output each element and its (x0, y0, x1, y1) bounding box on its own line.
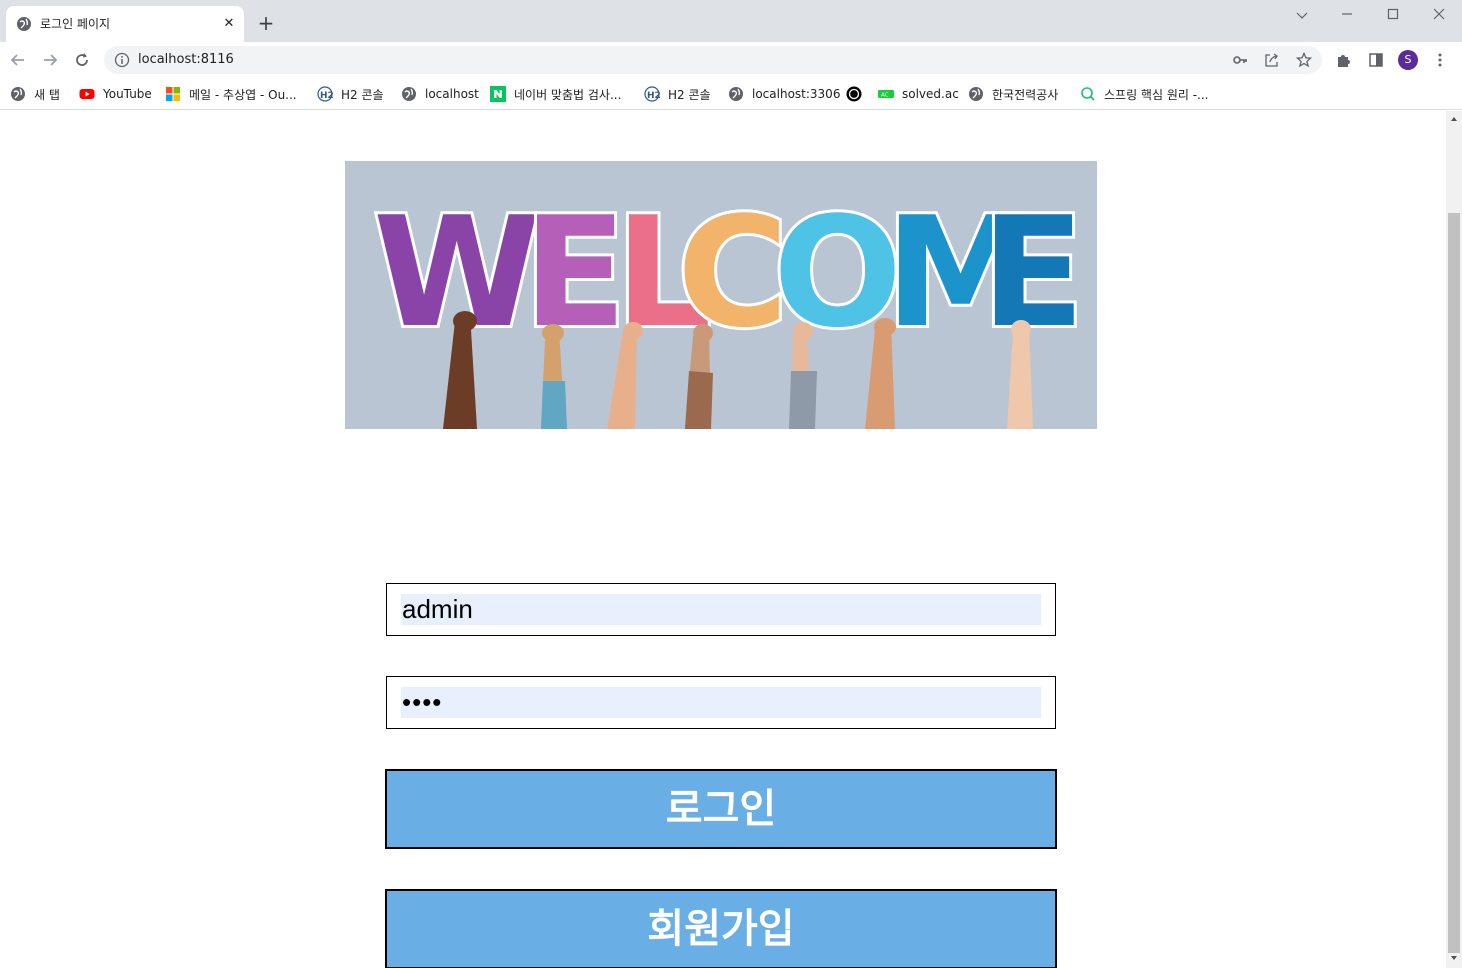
banner-letter-e2: E (981, 184, 1085, 361)
globe-icon (11, 87, 25, 101)
banner-letter-e: E (523, 184, 627, 361)
forward-icon[interactable] (40, 50, 60, 70)
scroll-down-arrow-icon[interactable] (1450, 954, 1458, 962)
fist-1 (453, 311, 477, 331)
h2-icon: H2 (644, 86, 660, 102)
bookmark-naver-spell[interactable]: 네이버 맞춤법 검사... (490, 84, 621, 104)
sleeve-2 (541, 381, 567, 429)
bookmark-label: localhost (425, 87, 479, 101)
h2-icon: H2 (317, 86, 333, 102)
fist-2 (542, 324, 564, 342)
svg-text:H2: H2 (320, 91, 333, 101)
bookmark-youtube[interactable]: YouTube (79, 84, 152, 104)
welcome-banner: W E L C O M E (345, 161, 1097, 429)
profile-avatar[interactable]: S (1398, 50, 1418, 70)
minimize-icon[interactable] (1335, 4, 1359, 24)
circle-icon (846, 86, 862, 102)
password-input[interactable]: •••• (401, 687, 1041, 718)
bookmark-circle[interactable] (846, 84, 870, 104)
bookmark-new-tab[interactable]: 새 탭 (10, 84, 60, 104)
bookmark-h2-console-2[interactable]: H2 H2 콘솔 (644, 84, 711, 104)
reload-icon[interactable] (72, 50, 92, 70)
banner-letter-w: W (373, 184, 541, 361)
fist-5 (793, 322, 813, 340)
bookmarks-bar: 새 탭 YouTube 메일 - 추상엽 - Ou... H2 H2 콘솔 lo… (0, 78, 1462, 110)
fist-6 (874, 318, 896, 336)
globe-icon (402, 87, 416, 101)
inflearn-icon (1081, 87, 1095, 101)
back-icon[interactable] (8, 50, 28, 70)
menu-dots-icon[interactable] (1432, 52, 1448, 68)
svg-text:AC: AC (881, 93, 889, 99)
browser-toolbar: localhost:8116 S (0, 42, 1462, 78)
tab-search-icon[interactable] (1290, 6, 1314, 26)
tab-close-button[interactable]: ✕ (220, 15, 238, 33)
maximize-icon[interactable] (1381, 4, 1405, 24)
sleeve-5 (789, 371, 817, 429)
page-content: W E L C O M E admin •••• 로그인 회원가입 (0, 111, 1446, 968)
side-panel-icon[interactable] (1368, 52, 1384, 68)
browser-tab[interactable]: 로그인 페이지 ✕ (6, 6, 244, 42)
microsoft-icon (166, 87, 180, 101)
signup-button[interactable]: 회원가입 (385, 889, 1057, 968)
tab-title: 로그인 페이지 (40, 17, 111, 31)
close-window-icon[interactable] (1427, 4, 1451, 24)
scroll-up-arrow-icon[interactable] (1450, 115, 1458, 123)
url-text[interactable]: localhost:8116 (138, 52, 234, 67)
bookmark-label: YouTube (103, 87, 152, 101)
fist-3 (623, 322, 643, 340)
username-field[interactable]: admin (386, 583, 1056, 636)
youtube-icon (79, 89, 95, 99)
tattoo-arm-4 (685, 371, 713, 429)
welcome-banner-image: W E L C O M E (345, 161, 1097, 429)
globe-icon (729, 87, 743, 101)
solvedac-icon: AC (878, 90, 894, 99)
key-icon[interactable] (1232, 52, 1248, 68)
bookmark-label: solved.ac (902, 87, 959, 101)
bookmark-solved-ac[interactable]: AC solved.ac (878, 84, 959, 104)
extensions-icon[interactable] (1336, 52, 1352, 68)
address-bar[interactable]: localhost:8116 (104, 46, 1322, 74)
bookmark-label: 메일 - 추상엽 - Ou... (189, 87, 297, 102)
bookmark-mail[interactable]: 메일 - 추상엽 - Ou... (165, 84, 297, 104)
bookmark-localhost[interactable]: localhost (401, 84, 479, 104)
bookmark-label: 한국전력공사 (992, 87, 1059, 102)
svg-text:H2: H2 (647, 91, 660, 101)
share-icon[interactable] (1264, 52, 1280, 68)
password-field[interactable]: •••• (386, 676, 1056, 729)
bookmark-label: 네이버 맞춤법 검사... (514, 87, 622, 102)
bookmark-label: localhost:3306 (752, 87, 841, 101)
bookmark-h2-console[interactable]: H2 H2 콘솔 (317, 84, 384, 104)
info-icon[interactable] (114, 52, 130, 68)
bookmark-kepco[interactable]: 한국전력공사 (968, 84, 1058, 104)
star-icon[interactable] (1296, 52, 1312, 68)
globe-icon (17, 17, 31, 31)
fist-4 (693, 324, 713, 342)
bookmark-label: H2 콘솔 (341, 87, 384, 102)
fist-7 (1011, 320, 1031, 338)
bookmark-localhost-3306[interactable]: localhost:3306 (728, 84, 840, 104)
login-button[interactable]: 로그인 (385, 769, 1057, 849)
scroll-thumb[interactable] (1448, 213, 1460, 953)
bookmark-spring-course[interactable]: 스프링 핵심 원리 -... (1080, 84, 1209, 104)
bookmark-label: 스프링 핵심 원리 -... (1104, 87, 1209, 102)
browser-titlebar: 로그인 페이지 ✕ + (0, 0, 1462, 42)
bookmark-label: H2 콘솔 (668, 87, 711, 102)
naver-icon (490, 86, 506, 102)
username-input[interactable]: admin (401, 594, 1041, 625)
bookmark-label: 새 탭 (34, 87, 60, 102)
page-scrollbar[interactable] (1446, 111, 1462, 968)
new-tab-button[interactable]: + (256, 13, 276, 33)
globe-icon (969, 87, 983, 101)
